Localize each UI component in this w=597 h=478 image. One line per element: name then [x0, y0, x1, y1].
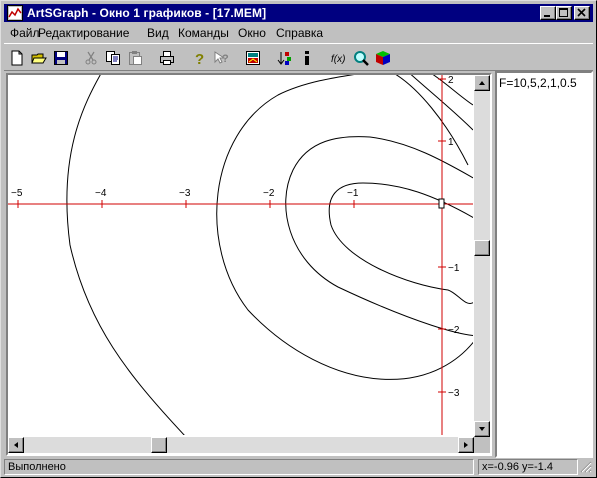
axes — [8, 75, 473, 435]
function-button[interactable]: f(x) — [328, 47, 350, 69]
help-button[interactable]: ? — [188, 47, 210, 69]
zoom-button[interactable] — [350, 47, 372, 69]
menu-file[interactable]: Файл — [10, 26, 40, 40]
y-tick-label: −1 — [448, 263, 460, 274]
legend-panel: F=10,5,2,1,0.5 — [495, 71, 593, 458]
print-button[interactable] — [156, 47, 178, 69]
cut-button[interactable] — [80, 47, 102, 69]
contour-curve-0.5 — [328, 182, 473, 304]
context-help-icon: ? — [214, 51, 229, 65]
arrow-left-icon — [14, 442, 18, 448]
paste-icon — [129, 51, 142, 65]
resize-grip-icon[interactable] — [580, 461, 592, 473]
window-title: ArtSGraph - Окно 1 графиков - [17.MEM] — [27, 6, 267, 20]
contour-curve-10a — [395, 75, 469, 166]
status-bar: Выполнено x=-0.96 y=-1.4 — [4, 459, 593, 475]
cursor-marker[interactable] — [438, 198, 445, 209]
app-icon — [7, 5, 23, 21]
copy-icon — [106, 51, 120, 65]
contour-curves — [66, 75, 473, 435]
new-file-button[interactable] — [6, 47, 28, 69]
maximize-icon — [559, 8, 568, 17]
arrow-down-icon — [479, 427, 485, 431]
menu-commands[interactable]: Команды — [178, 26, 229, 40]
status-message: Выполнено — [4, 459, 474, 475]
close-icon — [577, 8, 586, 17]
maximize-button[interactable] — [556, 6, 572, 20]
x-tick-label: −5 — [11, 188, 23, 199]
graph-panel: −5 −4 −3 −2 −1 2 1 −1 −2 −3 — [6, 73, 492, 456]
toolbar: ? ? f(x) — [4, 43, 593, 71]
status-coordinates: x=-0.96 y=-1.4 — [478, 459, 578, 475]
contour-curve-1 — [285, 136, 473, 336]
contour-plot: −5 −4 −3 −2 −1 2 1 −1 −2 −3 — [8, 75, 473, 435]
vertical-scroll-thumb[interactable] — [474, 240, 490, 256]
x-tick-label: −2 — [263, 188, 275, 199]
scrollbar-corner — [474, 437, 490, 453]
cut-icon — [85, 51, 97, 65]
open-button[interactable] — [28, 47, 50, 69]
svg-text:f(x): f(x) — [331, 54, 345, 65]
contour-curve-10b — [410, 75, 473, 131]
legend-text: F=10,5,2,1,0.5 — [499, 76, 577, 90]
svg-text:?: ? — [195, 51, 204, 66]
3d-view-button[interactable] — [372, 47, 394, 69]
save-button[interactable] — [50, 47, 72, 69]
close-button[interactable] — [574, 6, 590, 20]
scroll-up-button[interactable] — [474, 75, 490, 91]
minimize-button[interactable] — [540, 6, 556, 20]
plot-area[interactable]: −5 −4 −3 −2 −1 2 1 −1 −2 −3 — [8, 75, 473, 435]
help-question-icon: ? — [195, 51, 204, 66]
menu-bar: Файл Редактирование Вид Команды Окно Спр… — [4, 23, 593, 42]
info-button[interactable] — [296, 47, 318, 69]
y-tick-label: −2 — [448, 325, 460, 336]
menu-edit[interactable]: Редактирование — [38, 26, 129, 40]
copy-button[interactable] — [102, 47, 124, 69]
contour-curve-2 — [216, 75, 473, 380]
minimize-icon — [544, 15, 550, 17]
open-folder-icon — [31, 53, 47, 64]
cube-icon — [376, 51, 390, 65]
picture-icon — [246, 51, 260, 65]
svg-text:?: ? — [222, 53, 229, 65]
scroll-right-button[interactable] — [458, 437, 474, 453]
image-button[interactable] — [242, 47, 264, 69]
save-icon — [54, 51, 68, 65]
menu-window[interactable]: Окно — [238, 26, 266, 40]
print-icon — [160, 51, 174, 65]
x-tick-label: −1 — [347, 188, 359, 199]
menu-view[interactable]: Вид — [147, 26, 169, 40]
y-tick-label: −3 — [448, 388, 460, 399]
title-bar[interactable]: ArtSGraph - Окно 1 графиков - [17.MEM] — [4, 4, 593, 22]
vertical-scrollbar[interactable] — [474, 75, 490, 437]
context-help-button[interactable]: ? — [210, 47, 232, 69]
x-tick-label: −3 — [179, 188, 191, 199]
scroll-down-button[interactable] — [474, 421, 490, 437]
app-window: ArtSGraph - Окно 1 графиков - [17.MEM] Ф… — [0, 0, 597, 478]
menu-help[interactable]: Справка — [276, 26, 323, 40]
arrow-right-icon — [464, 442, 468, 448]
function-icon: f(x) — [331, 54, 345, 65]
horizontal-scroll-thumb[interactable] — [151, 437, 167, 453]
contour-curve-5 — [66, 75, 185, 435]
x-tick-label: −4 — [95, 188, 107, 199]
info-icon — [305, 51, 309, 65]
y-tick-label: 1 — [448, 137, 454, 148]
sort-icon — [277, 52, 291, 65]
sort-button[interactable] — [274, 47, 296, 69]
new-file-icon — [11, 50, 23, 66]
zoom-icon — [354, 51, 369, 66]
arrow-up-icon — [479, 81, 485, 85]
paste-button[interactable] — [124, 47, 146, 69]
horizontal-scrollbar[interactable] — [8, 437, 474, 453]
scroll-left-button[interactable] — [8, 437, 24, 453]
y-tick-label: 2 — [448, 75, 454, 86]
